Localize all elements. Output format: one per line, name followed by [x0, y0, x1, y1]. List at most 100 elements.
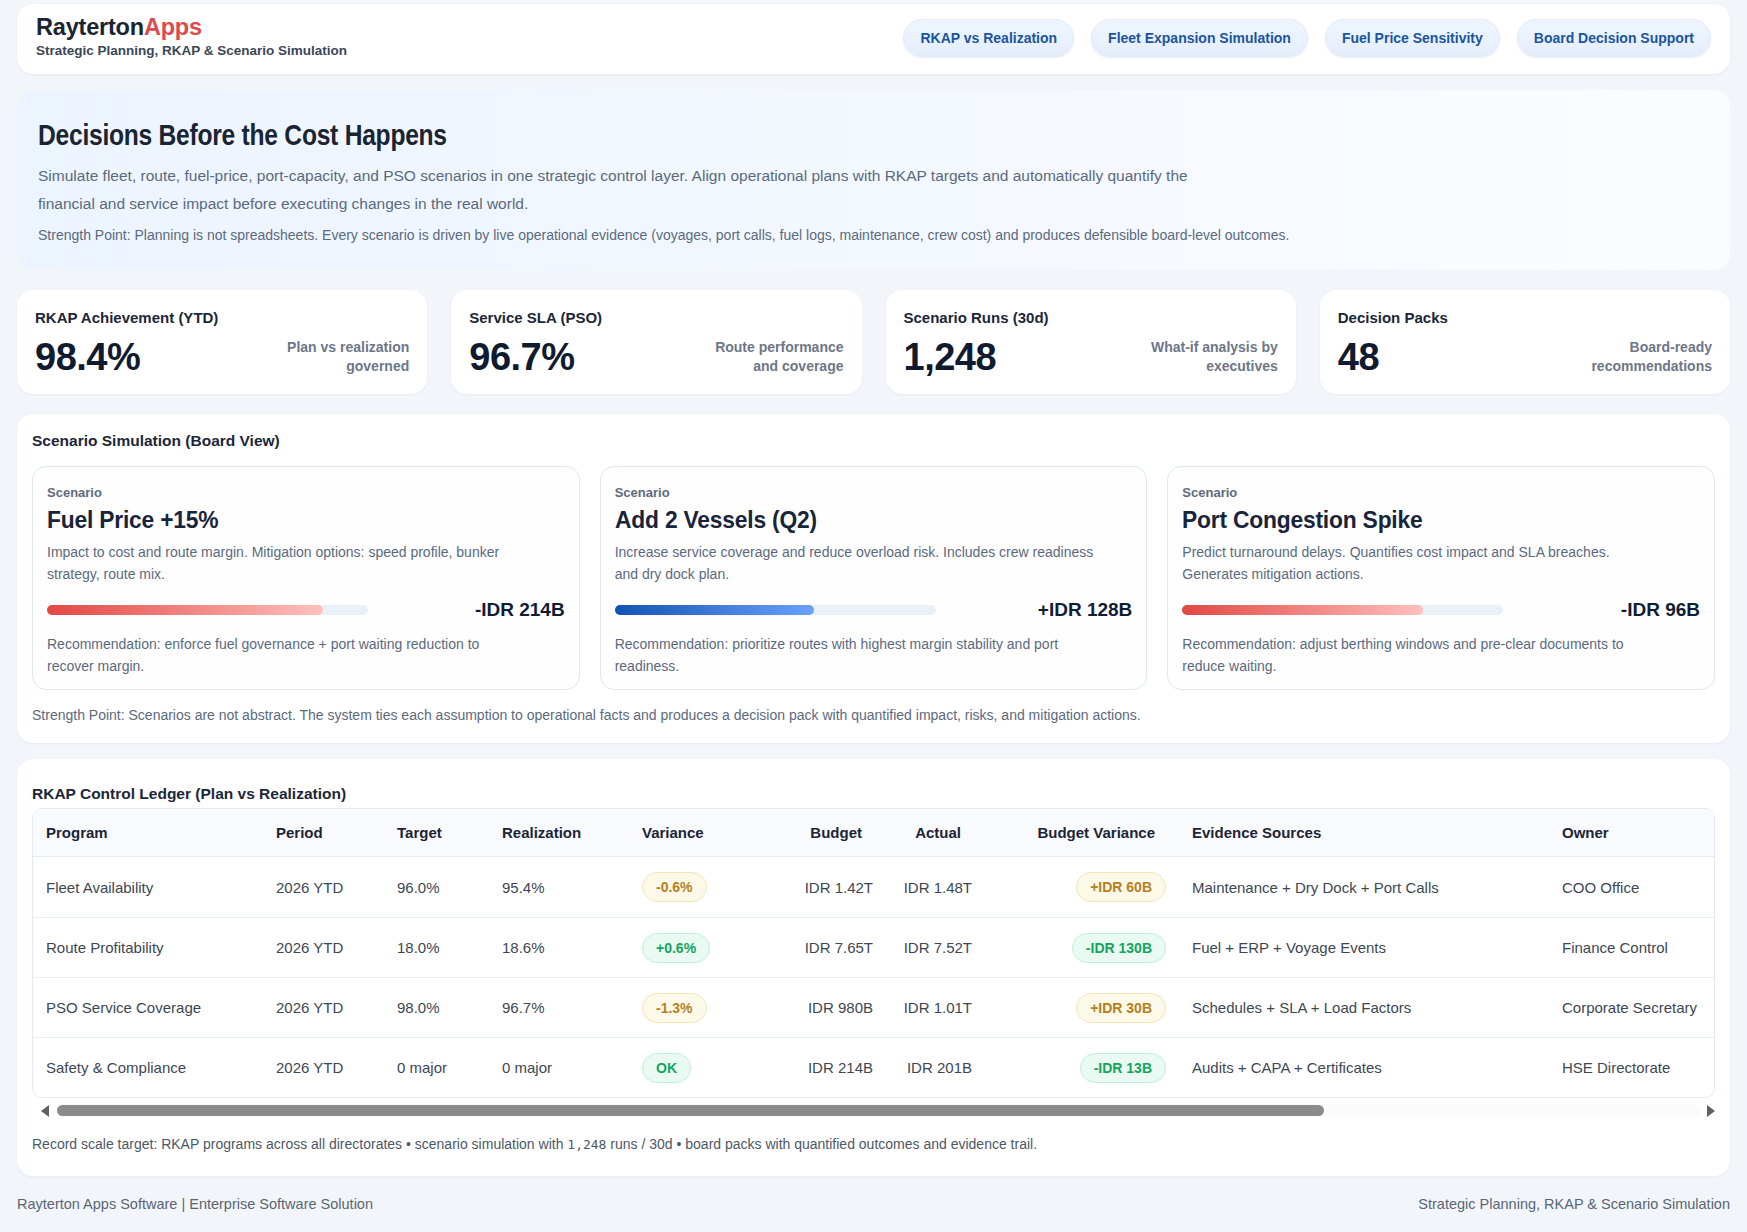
- kpi-note: Plan vs realization governed: [259, 338, 409, 376]
- impact-bar-track: [615, 605, 936, 615]
- budget-variance-badge: -IDR 13B: [1080, 1053, 1166, 1083]
- nav-fuel-price-sensitivity[interactable]: Fuel Price Sensitivity: [1325, 19, 1500, 57]
- nav-fleet-expansion-simulation[interactable]: Fleet Expansion Simulation: [1091, 19, 1308, 57]
- cell-period: 2026 YTD: [263, 857, 384, 917]
- cell-owner: HSE Directorate: [1549, 1037, 1714, 1097]
- col-header-evidence-sources: Evidence Sources: [1179, 809, 1549, 857]
- app-header: RaytertonApps Strategic Planning, RKAP &…: [17, 4, 1730, 74]
- variance-badge: OK: [642, 1053, 691, 1083]
- scenario-title: Port Congestion Spike: [1182, 507, 1674, 533]
- cell-period: 2026 YTD: [263, 917, 384, 977]
- kpi-label: Service SLA (PSO): [469, 309, 843, 326]
- kpi-label: Decision Packs: [1338, 309, 1712, 326]
- ledger-row-route-profitability[interactable]: Route Profitability 2026 YTD 18.0% 18.6%…: [33, 917, 1714, 977]
- impact-bar-track: [1182, 605, 1503, 615]
- kpi-row: RKAP Achievement (YTD) 98.4% Plan vs rea…: [17, 290, 1730, 394]
- cell-realization: 0 major: [489, 1037, 629, 1097]
- record-note-suffix: runs / 30d • board packs with quantified…: [606, 1136, 1037, 1152]
- cell-owner: Corporate Secretary: [1549, 977, 1714, 1037]
- impact-bar-fill: [1182, 605, 1423, 615]
- scenario-title: Fuel Price +15%: [47, 507, 539, 533]
- cell-realization: 95.4%: [489, 857, 629, 917]
- budget-variance-badge: -IDR 130B: [1072, 933, 1166, 963]
- scenario-recommendation: Recommendation: adjust berthing windows …: [1182, 633, 1644, 677]
- cell-budget-variance: +IDR 60B: [985, 857, 1179, 917]
- cell-budget: IDR 7.65T: [786, 917, 886, 977]
- ledger-row-pso-service-coverage[interactable]: PSO Service Coverage 2026 YTD 98.0% 96.7…: [33, 977, 1714, 1037]
- kpi-value: 98.4%: [35, 338, 140, 376]
- nav-board-decision-support[interactable]: Board Decision Support: [1517, 19, 1711, 57]
- variance-badge: -0.6%: [642, 872, 707, 902]
- cell-target: 96.0%: [384, 857, 489, 917]
- kpi-note: Board-ready recommendations: [1562, 338, 1712, 376]
- cell-variance: -1.3%: [629, 977, 786, 1037]
- cell-evidence-sources: Audits + CAPA + Certificates: [1179, 1037, 1549, 1097]
- cell-evidence-sources: Fuel + ERP + Voyage Events: [1179, 917, 1549, 977]
- kpi-value: 1,248: [904, 338, 997, 376]
- variance-badge: -1.3%: [642, 993, 707, 1023]
- scrollbar-track[interactable]: [55, 1104, 1701, 1117]
- impact-bar-track: [47, 605, 368, 615]
- cell-variance: -0.6%: [629, 857, 786, 917]
- scenario-card-fuel-price[interactable]: Scenario Fuel Price +15% Impact to cost …: [32, 466, 580, 690]
- nav-rkap-vs-realization[interactable]: RKAP vs Realization: [903, 19, 1074, 57]
- cell-period: 2026 YTD: [263, 977, 384, 1037]
- record-note-count: 1,248: [567, 1137, 606, 1152]
- scenario-recommendation: Recommendation: prioritize routes with h…: [615, 633, 1077, 677]
- impact-bar-fill: [615, 605, 814, 615]
- cell-budget-variance: -IDR 13B: [985, 1037, 1179, 1097]
- kpi-label: RKAP Achievement (YTD): [35, 309, 409, 326]
- col-header-budget: Budget: [786, 809, 886, 857]
- scenario-tag: Scenario: [1182, 485, 1700, 500]
- hero-section: Decisions Before the Cost Happens Simula…: [17, 90, 1730, 270]
- col-header-period: Period: [263, 809, 384, 857]
- ledger-section: RKAP Control Ledger (Plan vs Realization…: [17, 759, 1730, 1176]
- cell-variance: +0.6%: [629, 917, 786, 977]
- scenario-card-grid: Scenario Fuel Price +15% Impact to cost …: [32, 466, 1715, 690]
- scenario-recommendation: Recommendation: enforce fuel governance …: [47, 633, 509, 677]
- logo-accent: Apps: [144, 14, 202, 40]
- cell-budget: IDR 214B: [786, 1037, 886, 1097]
- scenario-card-port-congestion[interactable]: Scenario Port Congestion Spike Predict t…: [1167, 466, 1715, 690]
- impact-bar-fill: [47, 605, 323, 615]
- cell-actual: IDR 1.01T: [886, 977, 985, 1037]
- cell-budget-variance: -IDR 130B: [985, 917, 1179, 977]
- impact-value: -IDR 96B: [1503, 599, 1700, 621]
- table-horizontal-scrollbar[interactable]: [32, 1104, 1715, 1117]
- record-note-prefix: Record scale target: RKAP programs acros…: [32, 1136, 567, 1152]
- cell-period: 2026 YTD: [263, 1037, 384, 1097]
- logo-primary: Rayterton: [36, 14, 144, 40]
- ledger-row-fleet-availability[interactable]: Fleet Availability 2026 YTD 96.0% 95.4% …: [33, 857, 1714, 917]
- scrollbar-right-arrow-icon[interactable]: [1707, 1105, 1715, 1117]
- variance-badge: +0.6%: [642, 933, 710, 963]
- col-header-owner: Owner: [1549, 809, 1714, 857]
- hero-strength-point: Strength Point: Planning is not spreadsh…: [38, 227, 1709, 243]
- footer-left: Rayterton Apps Software | Enterprise Sof…: [17, 1196, 373, 1212]
- scrollbar-thumb[interactable]: [57, 1105, 1324, 1116]
- cell-target: 18.0%: [384, 917, 489, 977]
- cell-program: PSO Service Coverage: [33, 977, 263, 1037]
- cell-budget-variance: +IDR 30B: [985, 977, 1179, 1037]
- cell-realization: 18.6%: [489, 917, 629, 977]
- scrollbar-left-arrow-icon[interactable]: [41, 1105, 49, 1117]
- scenario-description: Impact to cost and route margin. Mitigat…: [47, 541, 537, 585]
- budget-variance-badge: +IDR 60B: [1076, 872, 1166, 902]
- scenario-tag: Scenario: [47, 485, 565, 500]
- scenario-description: Increase service coverage and reduce ove…: [615, 541, 1105, 585]
- col-header-variance: Variance: [629, 809, 786, 857]
- cell-owner: COO Office: [1549, 857, 1714, 917]
- brand-block: RaytertonApps Strategic Planning, RKAP &…: [36, 17, 347, 58]
- impact-value: +IDR 128B: [936, 599, 1133, 621]
- kpi-note: Route performance and coverage: [694, 338, 844, 376]
- header-nav: RKAP vs Realization Fleet Expansion Simu…: [903, 19, 1711, 57]
- cell-realization: 96.7%: [489, 977, 629, 1037]
- scenario-card-add-vessels[interactable]: Scenario Add 2 Vessels (Q2) Increase ser…: [600, 466, 1148, 690]
- kpi-card-scenario-runs: Scenario Runs (30d) 1,248 What-if analys…: [886, 290, 1296, 394]
- cell-budget: IDR 980B: [786, 977, 886, 1037]
- cell-target: 98.0%: [384, 977, 489, 1037]
- scenario-strength-point: Strength Point: Scenarios are not abstra…: [32, 707, 1715, 725]
- col-header-target: Target: [384, 809, 489, 857]
- ledger-row-safety-compliance[interactable]: Safety & Compliance 2026 YTD 0 major 0 m…: [33, 1037, 1714, 1097]
- cell-actual: IDR 1.48T: [886, 857, 985, 917]
- scenario-tag: Scenario: [615, 485, 1133, 500]
